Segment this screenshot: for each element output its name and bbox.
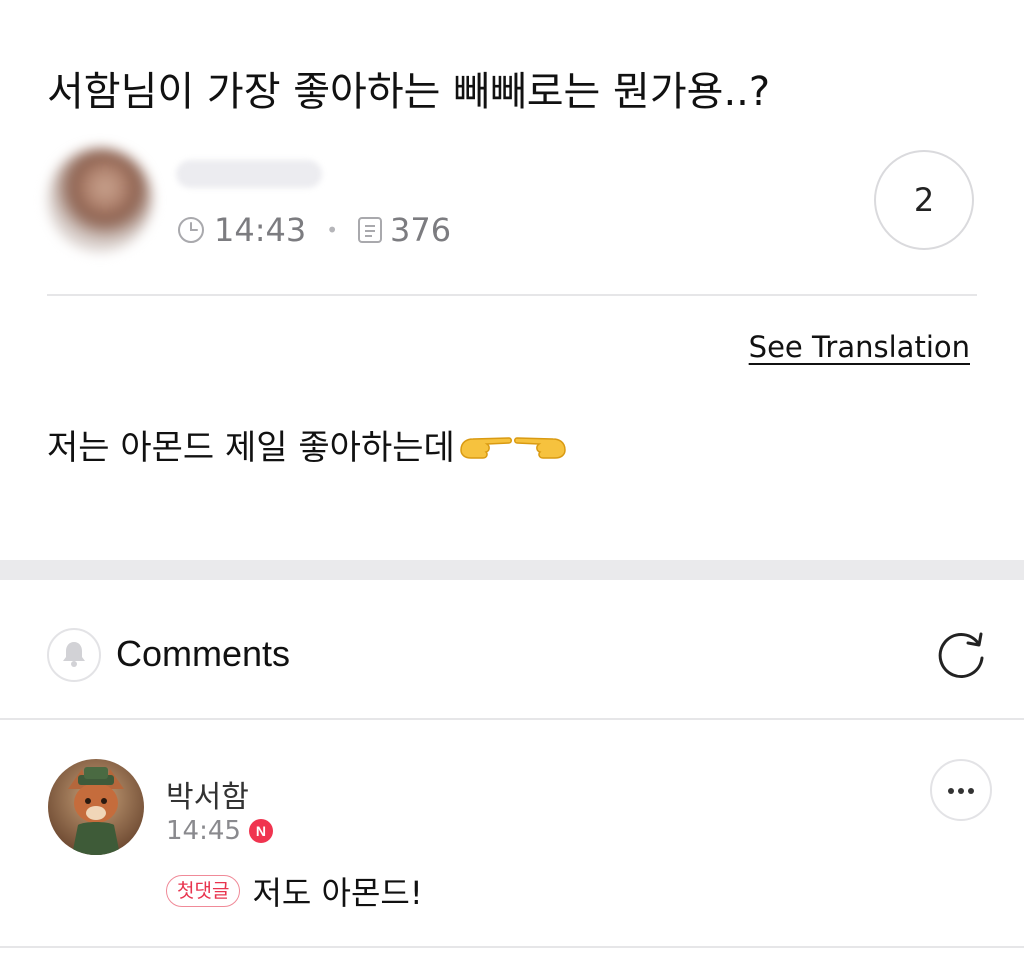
divider	[47, 294, 977, 296]
post-time: 14:43	[214, 211, 307, 249]
post-meta: 14:43 • 376	[176, 208, 451, 252]
comment-author[interactable]: 박서함	[166, 772, 249, 816]
see-translation-link[interactable]: See Translation	[749, 330, 970, 364]
clock-icon	[176, 215, 206, 245]
refresh-button[interactable]	[934, 626, 990, 682]
refresh-icon	[934, 632, 990, 686]
first-comment-badge: 첫댓글	[166, 875, 241, 907]
notify-button[interactable]	[47, 628, 101, 682]
comment-text: 저도 아몬드!	[252, 874, 423, 912]
post-title: 서함님이 가장 좋아하는 빼빼로는 뭔가용..?	[47, 69, 771, 115]
divider	[0, 946, 1024, 948]
pointing-hands-emoji	[457, 424, 569, 464]
comment-meta: 14:45 N	[166, 816, 273, 846]
comment-more-button[interactable]	[930, 759, 992, 821]
author-name-blurred[interactable]	[176, 160, 322, 188]
document-icon	[356, 215, 384, 245]
new-badge: N	[248, 819, 273, 843]
commenter-avatar[interactable]	[48, 759, 144, 855]
divider	[0, 718, 1024, 720]
meta-separator: •	[326, 218, 339, 242]
comment-time: 14:45	[166, 816, 241, 846]
post-body-text: 저는 아몬드 제일 좋아하는데	[47, 427, 455, 468]
post-body: 저는 아몬드 제일 좋아하는데	[47, 418, 569, 470]
post-views: 376	[390, 211, 452, 249]
author-avatar[interactable]	[48, 148, 152, 252]
comments-heading: Comments	[116, 633, 291, 674]
section-separator	[0, 560, 1024, 580]
bell-icon	[60, 638, 88, 672]
comment-count-button[interactable]: 2	[874, 150, 974, 250]
more-icon	[946, 781, 976, 800]
comment-body: 첫댓글 저도 아몬드!	[166, 868, 423, 914]
